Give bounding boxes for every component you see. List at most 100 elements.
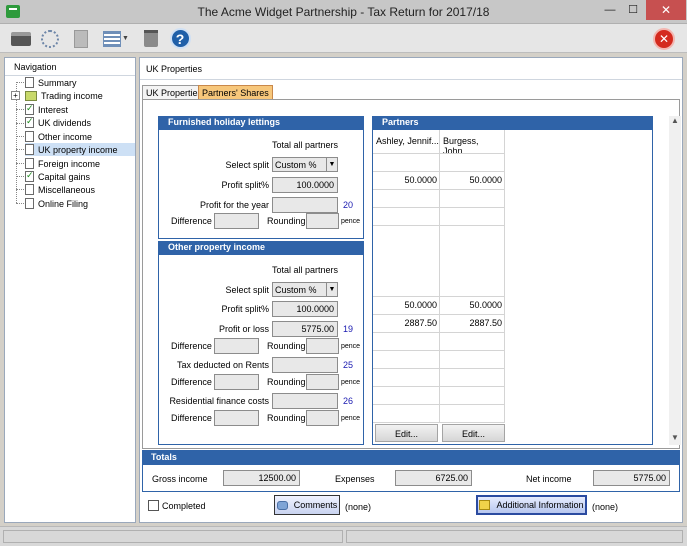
edit-partner-button[interactable]: Edit... <box>442 424 505 442</box>
opi-section: Total all partners Select split Custom %… <box>158 254 364 445</box>
tree-branch <box>16 109 24 110</box>
document-icon <box>74 29 88 48</box>
opi-select-split-label: Select split <box>225 285 269 295</box>
opi-tax-rents-field[interactable] <box>272 357 338 373</box>
view-list-button[interactable]: ▼ <box>98 27 134 50</box>
bottom-bar: Completed Comments (none) Additional Inf… <box>142 495 680 521</box>
nav-item-summary[interactable]: Summary <box>25 76 77 89</box>
fhl-profit-split-field[interactable]: 100.0000 <box>272 177 338 193</box>
bin-icon <box>144 30 158 47</box>
tab-uk-properties[interactable]: UK Properties <box>142 85 207 99</box>
nav-item-interest[interactable]: Interest <box>25 103 68 116</box>
completed-label: Completed <box>162 501 206 511</box>
opi-profit-loss-box-ref: 19 <box>343 324 354 334</box>
tab-content: Furnished holiday lettings Total all par… <box>142 99 681 449</box>
opi-rounding-label-3: Rounding <box>267 413 306 423</box>
additional-information-button[interactable]: Additional Information <box>476 495 587 515</box>
document-button[interactable] <box>69 27 93 50</box>
delete-button[interactable] <box>139 27 163 50</box>
opi-select-split[interactable]: Custom % ▼ <box>272 282 338 297</box>
checked-document-icon <box>25 116 34 128</box>
grid-cell <box>440 405 505 423</box>
net-income-field[interactable]: 5775.00 <box>593 470 670 486</box>
opi-split-cell[interactable]: 50.0000 <box>373 297 440 315</box>
maximize-button[interactable]: ☐ <box>622 0 644 20</box>
status-pane <box>346 530 683 543</box>
opi-profit-cell[interactable]: 2887.50 <box>373 315 440 333</box>
opi-profit-loss-field[interactable]: 5775.00 <box>272 321 338 337</box>
exit-icon[interactable]: ✕ <box>653 28 675 50</box>
opi-res-finance-field[interactable] <box>272 393 338 409</box>
print-button[interactable] <box>9 27 33 50</box>
scroll-down-icon[interactable]: ▼ <box>669 433 681 445</box>
partner-name-header: Burgess, John... <box>440 130 505 154</box>
main-panel: UK Properties UK Properties Partners' Sh… <box>139 57 683 523</box>
opi-split-cell[interactable]: 50.0000 <box>440 297 505 315</box>
window-title: The Acme Widget Partnership - Tax Return… <box>197 5 490 19</box>
gross-income-field[interactable]: 12500.00 <box>223 470 300 486</box>
opi-profit-loss-label: Profit or loss <box>218 324 269 334</box>
checked-document-icon <box>25 170 34 182</box>
fhl-profit-year-field[interactable] <box>272 197 338 213</box>
fhl-split-cell[interactable]: 50.0000 <box>440 172 505 190</box>
opi-rounding-field-2[interactable] <box>306 374 339 390</box>
nav-item-trading-income[interactable]: Trading income <box>25 89 103 102</box>
vertical-scrollbar[interactable]: ▲ ▼ <box>669 116 681 445</box>
fhl-difference-field[interactable] <box>214 213 259 229</box>
nav-item-label: Capital gains <box>38 171 91 182</box>
opi-res-finance-label: Residential finance costs <box>169 396 269 406</box>
partners-section-title: Partners <box>372 116 653 129</box>
nav-item-other-income[interactable]: Other income <box>25 130 92 143</box>
opi-profit-split-field[interactable]: 100.0000 <box>272 301 338 317</box>
document-icon <box>25 144 34 155</box>
grid-cell <box>440 351 505 369</box>
nav-item-label: Foreign income <box>38 158 101 169</box>
nav-item-uk-dividends[interactable]: UK dividends <box>25 116 91 129</box>
scroll-up-icon[interactable]: ▲ <box>669 116 681 128</box>
gross-income-label: Gross income <box>152 474 208 484</box>
close-window-button[interactable]: ✕ <box>646 0 686 20</box>
opi-rounding-label: Rounding <box>267 341 306 351</box>
opi-profit-cell[interactable]: 2887.50 <box>440 315 505 333</box>
nav-item-capital-gains[interactable]: Capital gains <box>25 170 90 183</box>
expand-icon[interactable]: + <box>11 91 20 100</box>
fhl-select-split[interactable]: Custom % ▼ <box>272 157 338 172</box>
nav-item-label: UK property income <box>38 144 118 155</box>
nav-item-miscellaneous[interactable]: Miscellaneous <box>25 183 95 196</box>
tab-partners-shares[interactable]: Partners' Shares <box>198 85 273 99</box>
tree-branch <box>16 123 24 124</box>
help-icon: ? <box>169 28 191 49</box>
opi-rounding-field[interactable] <box>306 338 339 354</box>
nav-item-online-filing[interactable]: Online Filing <box>25 197 88 210</box>
opi-difference-field-2[interactable] <box>214 374 259 390</box>
fhl-rounding-field[interactable] <box>306 213 339 229</box>
fhl-section: Total all partners Select split Custom %… <box>158 129 364 239</box>
comments-button[interactable]: Comments <box>274 495 340 515</box>
nav-item-foreign-income[interactable]: Foreign income <box>25 157 100 170</box>
fhl-rounding-label: Rounding <box>267 216 306 226</box>
list-icon <box>103 30 122 47</box>
edit-partner-button[interactable]: Edit... <box>375 424 438 442</box>
opi-difference-field-3[interactable] <box>214 410 259 426</box>
toolbar: ▼ ? <box>0 24 687 53</box>
checked-document-icon <box>25 103 34 115</box>
tree-branch <box>16 136 24 137</box>
expenses-field[interactable]: 6725.00 <box>395 470 472 486</box>
additional-information-status: (none) <box>592 502 619 512</box>
fhl-total-all-partners: Total all partners <box>272 140 339 150</box>
fhl-profit-split-label: Profit split% <box>221 180 269 190</box>
minimize-button[interactable]: — <box>599 0 621 20</box>
help-button[interactable]: ? <box>168 27 192 50</box>
fhl-section-title: Furnished holiday lettings <box>158 116 364 129</box>
antenna-icon <box>41 29 59 48</box>
fhl-split-cell[interactable]: 50.0000 <box>373 172 440 190</box>
grid-cell <box>373 387 440 405</box>
completed-checkbox[interactable] <box>148 500 159 511</box>
tree-branch <box>16 163 24 164</box>
opi-pence-label: pence <box>341 343 361 350</box>
nav-item-uk-property-income[interactable]: UK property income <box>25 143 135 156</box>
online-button[interactable] <box>38 27 62 50</box>
opi-rounding-field-3[interactable] <box>306 410 339 426</box>
nav-item-label: Online Filing <box>38 198 89 209</box>
opi-difference-field[interactable] <box>214 338 259 354</box>
